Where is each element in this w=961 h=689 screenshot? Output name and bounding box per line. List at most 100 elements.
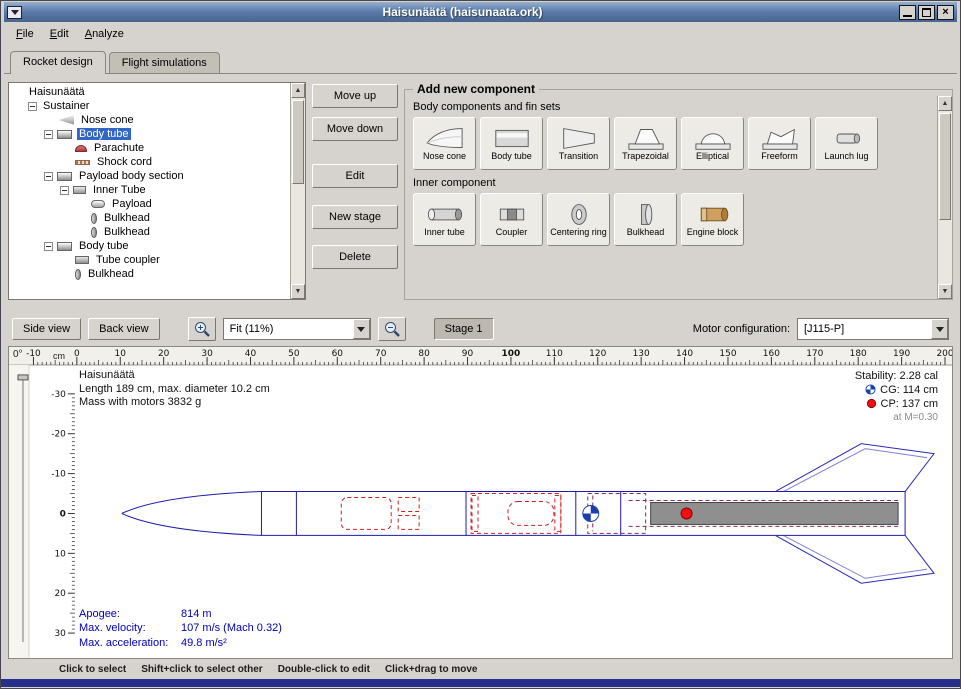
inner-tube-icon bbox=[73, 186, 86, 194]
chevron-down-icon[interactable] bbox=[931, 319, 948, 339]
svg-text:170: 170 bbox=[806, 349, 823, 359]
add-component-panel: Add new component Body components and fi… bbox=[404, 82, 953, 300]
svg-text:0: 0 bbox=[60, 509, 66, 519]
desktop-strip bbox=[1, 679, 960, 687]
add-bulkhead-button[interactable]: Bulkhead bbox=[614, 193, 677, 246]
tree-item-sustainer[interactable]: Sustainer bbox=[9, 99, 290, 113]
move-up-button[interactable]: Move up bbox=[312, 84, 398, 108]
rocket-info: Haisunäätä Length 189 cm, max. diameter … bbox=[79, 369, 270, 410]
svg-text:120: 120 bbox=[589, 349, 606, 359]
tree-item-nose-cone[interactable]: Nose cone bbox=[9, 113, 290, 127]
add-elliptical-fin-button[interactable]: Elliptical bbox=[681, 117, 744, 170]
statusbar: Click to select Shift+click to select ot… bbox=[4, 659, 957, 679]
add-engine-block-button[interactable]: Engine block bbox=[681, 193, 744, 246]
tree-item-rocket[interactable]: Haisunäätä bbox=[9, 85, 290, 99]
add-nose-cone-button[interactable]: Nose cone bbox=[413, 117, 476, 170]
tree-item-body-tube[interactable]: Body tube bbox=[9, 127, 290, 141]
tree-item-bulkhead-3[interactable]: Bulkhead bbox=[9, 267, 290, 281]
add-trapezoidal-fin-button[interactable]: Trapezoidal bbox=[614, 117, 677, 170]
collapse-icon[interactable] bbox=[44, 242, 53, 251]
minimize-button[interactable] bbox=[899, 5, 916, 20]
tree-item-parachute[interactable]: Parachute bbox=[9, 141, 290, 155]
svg-text:130: 130 bbox=[633, 349, 650, 359]
add-centering-ring-button[interactable]: Centering ring bbox=[547, 193, 610, 246]
maximize-button[interactable] bbox=[918, 5, 935, 20]
titlebar[interactable]: Haisunäätä (haisunaata.ork) × bbox=[4, 2, 957, 22]
tree-item-payload-body-section[interactable]: Payload body section bbox=[9, 169, 290, 183]
add-freeform-fin-button[interactable]: Freeform bbox=[748, 117, 811, 170]
new-stage-button[interactable]: New stage bbox=[312, 205, 398, 229]
scroll-up-icon[interactable]: ▲ bbox=[291, 83, 305, 98]
rocket-drawing[interactable] bbox=[122, 444, 934, 584]
add-panel-scrollbar[interactable]: ▲ ▼ bbox=[937, 96, 952, 299]
tree-item-body-tube-2[interactable]: Body tube bbox=[9, 239, 290, 253]
add-body-tube-button[interactable]: Body tube bbox=[480, 117, 543, 170]
collapse-icon[interactable] bbox=[28, 102, 37, 111]
add-coupler-button[interactable]: Coupler bbox=[480, 193, 543, 246]
menu-edit[interactable]: Edit bbox=[42, 25, 77, 43]
svg-text:80: 80 bbox=[418, 349, 430, 359]
close-button[interactable]: × bbox=[937, 5, 954, 20]
payload-outline bbox=[508, 502, 554, 526]
collapse-icon[interactable] bbox=[60, 186, 69, 195]
tree-item-shock-cord[interactable]: Shock cord bbox=[9, 155, 290, 169]
svg-text:30: 30 bbox=[54, 629, 66, 639]
shock-cord-outline bbox=[398, 498, 419, 512]
scrollbar-thumb[interactable] bbox=[939, 113, 951, 220]
stage-1-button[interactable]: Stage 1 bbox=[434, 318, 494, 340]
tree-item-inner-tube[interactable]: Inner Tube bbox=[9, 183, 290, 197]
svg-text:110: 110 bbox=[546, 349, 563, 359]
tab-flight-simulations[interactable]: Flight simulations bbox=[109, 52, 220, 73]
svg-text:-20: -20 bbox=[51, 430, 66, 440]
add-launch-lug-button[interactable]: Launch lug bbox=[815, 117, 878, 170]
tree-item-payload[interactable]: Payload bbox=[9, 197, 290, 211]
window-title: Haisunäätä (haisunaata.ork) bbox=[26, 5, 899, 19]
collapse-icon[interactable] bbox=[44, 172, 53, 181]
menu-file[interactable]: File bbox=[8, 25, 42, 43]
tree-scrollbar[interactable]: ▲ ▼ bbox=[290, 83, 305, 299]
add-inner-tube-button[interactable]: Inner tube bbox=[413, 193, 476, 246]
zoom-out-button[interactable] bbox=[378, 317, 406, 341]
rotation-slider-thumb[interactable] bbox=[18, 375, 28, 380]
chevron-down-icon[interactable] bbox=[353, 319, 370, 339]
zoom-in-button[interactable] bbox=[188, 317, 216, 341]
scroll-down-icon[interactable]: ▼ bbox=[291, 284, 305, 299]
openrocket-window: Haisunäätä (haisunaata.ork) × File Edit … bbox=[0, 0, 961, 689]
view-toolbar: Side view Back view Fit (11%) Stage 1 Mo… bbox=[4, 312, 957, 346]
coupler-icon bbox=[490, 201, 534, 228]
svg-text:20: 20 bbox=[54, 589, 66, 599]
svg-text:90: 90 bbox=[462, 349, 474, 359]
mach-condition: at M=0.30 bbox=[855, 411, 938, 425]
svg-text:20: 20 bbox=[158, 349, 170, 359]
motor-configuration-select[interactable]: [J115-P] bbox=[797, 318, 949, 340]
scrollbar-thumb[interactable] bbox=[292, 100, 304, 184]
tree-item-bulkhead[interactable]: Bulkhead bbox=[9, 211, 290, 225]
back-view-button[interactable]: Back view bbox=[88, 318, 160, 340]
svg-text:70: 70 bbox=[375, 349, 387, 359]
zoom-select[interactable]: Fit (11%) bbox=[223, 318, 371, 340]
parachute-icon bbox=[75, 145, 87, 152]
vertical-ruler-ticks: -30-20-100102030 bbox=[51, 390, 75, 639]
inner-tube-outline bbox=[471, 494, 561, 534]
collapse-icon[interactable] bbox=[44, 130, 53, 139]
inner-tube-icon bbox=[423, 201, 467, 228]
add-transition-button[interactable]: Transition bbox=[547, 117, 610, 170]
bulkhead-icon bbox=[91, 227, 97, 238]
move-down-button[interactable]: Move down bbox=[312, 117, 398, 141]
edit-button[interactable]: Edit bbox=[312, 164, 398, 188]
side-view-button[interactable]: Side view bbox=[12, 318, 81, 340]
svg-text:100: 100 bbox=[502, 349, 521, 359]
tab-rocket-design[interactable]: Rocket design bbox=[10, 51, 106, 74]
menu-analyze[interactable]: Analyze bbox=[77, 25, 132, 43]
svg-text:10: 10 bbox=[54, 549, 66, 559]
payload-icon bbox=[91, 200, 105, 208]
scroll-down-icon[interactable]: ▼ bbox=[938, 284, 952, 299]
rocket-dimensions: Length 189 cm, max. diameter 10.2 cm bbox=[79, 383, 270, 397]
cg-marker bbox=[583, 505, 599, 521]
window-menu-icon[interactable] bbox=[7, 6, 22, 19]
delete-button[interactable]: Delete bbox=[312, 245, 398, 269]
tree-item-tube-coupler[interactable]: Tube coupler bbox=[9, 253, 290, 267]
tree-item-bulkhead[interactable]: Bulkhead bbox=[9, 225, 290, 239]
scroll-up-icon[interactable]: ▲ bbox=[938, 96, 952, 111]
body-components-label: Body components and fin sets bbox=[413, 101, 937, 113]
